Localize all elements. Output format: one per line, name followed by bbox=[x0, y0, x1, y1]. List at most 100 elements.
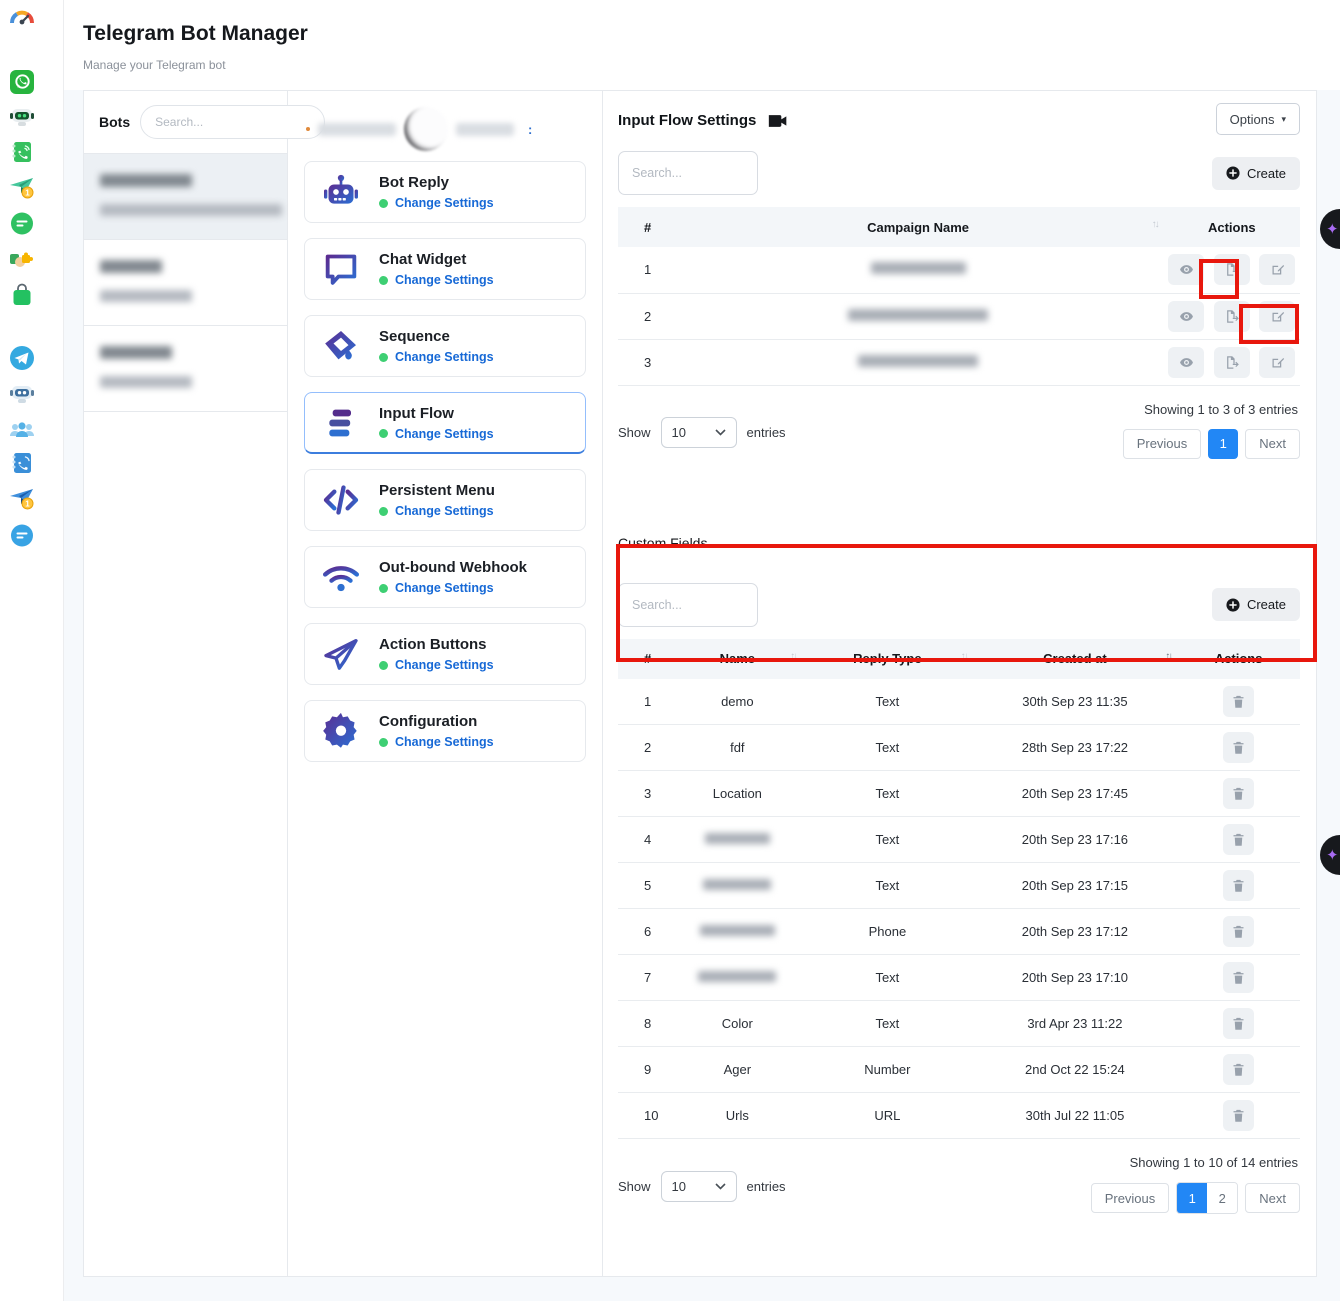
page-size-select[interactable]: 10 bbox=[661, 417, 737, 448]
trash-icon bbox=[1231, 970, 1246, 985]
view-button[interactable] bbox=[1168, 254, 1204, 285]
entries-summary: Showing 1 to 10 of 14 entries bbox=[1130, 1155, 1300, 1170]
robot-blue-icon[interactable] bbox=[9, 380, 35, 406]
edit-button[interactable] bbox=[1259, 301, 1295, 332]
delete-button[interactable] bbox=[1223, 732, 1254, 763]
reply-type: Text bbox=[802, 1001, 973, 1047]
export-button[interactable] bbox=[1214, 301, 1250, 332]
settings-card-input-flow[interactable]: Input Flow Change Settings bbox=[304, 392, 586, 454]
bot-reply-icon bbox=[319, 170, 363, 214]
options-button-label: Options bbox=[1230, 112, 1275, 127]
bot-list-item[interactable] bbox=[84, 154, 287, 240]
change-settings-link[interactable]: Change Settings bbox=[395, 196, 494, 210]
contacts-green-icon[interactable] bbox=[9, 139, 35, 165]
column-header-created-at[interactable]: Created at↑↓ bbox=[973, 639, 1178, 679]
previous-page-button[interactable]: Previous bbox=[1123, 429, 1202, 459]
hand-puzzle-icon[interactable] bbox=[9, 247, 35, 273]
change-settings-link[interactable]: Change Settings bbox=[395, 504, 494, 518]
delete-button[interactable] bbox=[1223, 824, 1254, 855]
sort-icon[interactable]: ↑↓ bbox=[961, 651, 967, 662]
users-blue-icon[interactable] bbox=[9, 417, 35, 443]
custom-fields-search-input[interactable] bbox=[618, 583, 758, 627]
view-button[interactable] bbox=[1168, 301, 1204, 332]
speedometer-icon[interactable] bbox=[9, 7, 35, 33]
page-number-2[interactable]: 2 bbox=[1207, 1183, 1237, 1213]
view-button[interactable] bbox=[1168, 347, 1204, 378]
trash-icon bbox=[1231, 1108, 1246, 1123]
edit-button[interactable] bbox=[1259, 254, 1295, 285]
sender-coin-blue-icon[interactable]: 1 bbox=[9, 486, 35, 512]
table-row: 3 bbox=[618, 339, 1300, 385]
settings-card-webhook[interactable]: Out-bound Webhook Change Settings bbox=[304, 546, 586, 608]
next-page-button[interactable]: Next bbox=[1245, 1183, 1300, 1213]
settings-card-chat-widget[interactable]: Chat Widget Change Settings bbox=[304, 238, 586, 300]
settings-card-bot-reply[interactable]: Bot Reply Change Settings bbox=[304, 161, 586, 223]
sort-icon[interactable]: ↑↓ bbox=[1152, 219, 1158, 230]
next-page-button[interactable]: Next bbox=[1245, 429, 1300, 459]
whatsapp-icon[interactable] bbox=[9, 69, 35, 95]
chat-blue-icon[interactable] bbox=[9, 523, 35, 549]
column-header-campaign[interactable]: Campaign Name ↑↓ bbox=[673, 207, 1164, 247]
edit-icon bbox=[1270, 309, 1285, 324]
delete-button[interactable] bbox=[1223, 1054, 1254, 1085]
page-number-1[interactable]: 1 bbox=[1208, 429, 1238, 459]
telegram-icon[interactable] bbox=[9, 345, 35, 371]
export-button[interactable] bbox=[1214, 254, 1250, 285]
custom-fields-section: Custom Fields Create # Name↑↓ Reply Type… bbox=[618, 535, 1300, 1215]
page-number-1[interactable]: 1 bbox=[1177, 1183, 1207, 1213]
previous-page-button[interactable]: Previous bbox=[1091, 1183, 1170, 1213]
contacts-blue-icon[interactable] bbox=[9, 450, 35, 476]
column-header-hash[interactable]: # bbox=[618, 639, 673, 679]
robot-green-icon[interactable] bbox=[9, 103, 35, 129]
bot-list-item[interactable] bbox=[84, 240, 287, 326]
row-index: 1 bbox=[618, 247, 673, 293]
row-index: 4 bbox=[618, 817, 673, 863]
reply-type: Phone bbox=[802, 909, 973, 955]
settings-card-configuration[interactable]: Configuration Change Settings bbox=[304, 700, 586, 762]
row-index: 8 bbox=[618, 1001, 673, 1047]
change-settings-link[interactable]: Change Settings bbox=[395, 273, 494, 287]
column-header-name[interactable]: Name↑↓ bbox=[673, 639, 803, 679]
delete-button[interactable] bbox=[1223, 778, 1254, 809]
edit-button[interactable] bbox=[1259, 347, 1295, 378]
change-settings-link[interactable]: Change Settings bbox=[395, 658, 494, 672]
delete-button[interactable] bbox=[1223, 1008, 1254, 1039]
export-button[interactable] bbox=[1214, 347, 1250, 378]
custom-fields-create-button[interactable]: Create bbox=[1212, 588, 1300, 621]
delete-button[interactable] bbox=[1223, 1100, 1254, 1131]
sort-icon-active[interactable]: ↑↓ bbox=[1165, 651, 1171, 662]
sender-coin-green-icon[interactable]: 1 bbox=[9, 175, 35, 201]
status-dot-green bbox=[379, 661, 388, 670]
delete-button[interactable] bbox=[1223, 962, 1254, 993]
column-header-reply-type[interactable]: Reply Type↑↓ bbox=[802, 639, 973, 679]
change-settings-link[interactable]: Change Settings bbox=[395, 735, 494, 749]
column-header-hash[interactable]: # bbox=[618, 207, 673, 247]
input-flow-create-button[interactable]: Create bbox=[1212, 157, 1300, 190]
change-settings-link[interactable]: Change Settings bbox=[395, 581, 494, 595]
table-row: 8 Color Text 3rd Apr 23 11:22 bbox=[618, 1001, 1300, 1047]
options-button[interactable]: Options ▾ bbox=[1216, 103, 1300, 135]
reply-type: Text bbox=[802, 771, 973, 817]
created-at: 30th Jul 22 11:05 bbox=[973, 1093, 1178, 1139]
delete-button[interactable] bbox=[1223, 916, 1254, 947]
change-settings-link[interactable]: Change Settings bbox=[395, 350, 494, 364]
sparkle-icon: ✦ bbox=[1326, 846, 1339, 864]
settings-card-action-buttons[interactable]: Action Buttons Change Settings bbox=[304, 623, 586, 685]
redacted-bot-username bbox=[100, 290, 192, 302]
sparkle-icon: ✦ bbox=[1326, 220, 1339, 238]
settings-card-title: Sequence bbox=[379, 328, 494, 345]
settings-card-sequence[interactable]: Sequence Change Settings bbox=[304, 315, 586, 377]
row-index: 10 bbox=[618, 1093, 673, 1139]
change-settings-link[interactable]: Change Settings bbox=[395, 427, 494, 441]
bot-list-item[interactable] bbox=[84, 326, 287, 412]
delete-button[interactable] bbox=[1223, 870, 1254, 901]
eye-icon bbox=[1179, 355, 1194, 370]
input-flow-search-input[interactable] bbox=[618, 151, 758, 195]
redacted-bot-name bbox=[100, 174, 192, 187]
shop-bag-icon[interactable] bbox=[9, 282, 35, 308]
page-size-select[interactable]: 10 bbox=[661, 1171, 737, 1202]
delete-button[interactable] bbox=[1223, 686, 1254, 717]
settings-card-persistent-menu[interactable]: Persistent Menu Change Settings bbox=[304, 469, 586, 531]
sort-icon[interactable]: ↑↓ bbox=[790, 651, 796, 662]
chat-green-icon[interactable] bbox=[9, 211, 35, 237]
